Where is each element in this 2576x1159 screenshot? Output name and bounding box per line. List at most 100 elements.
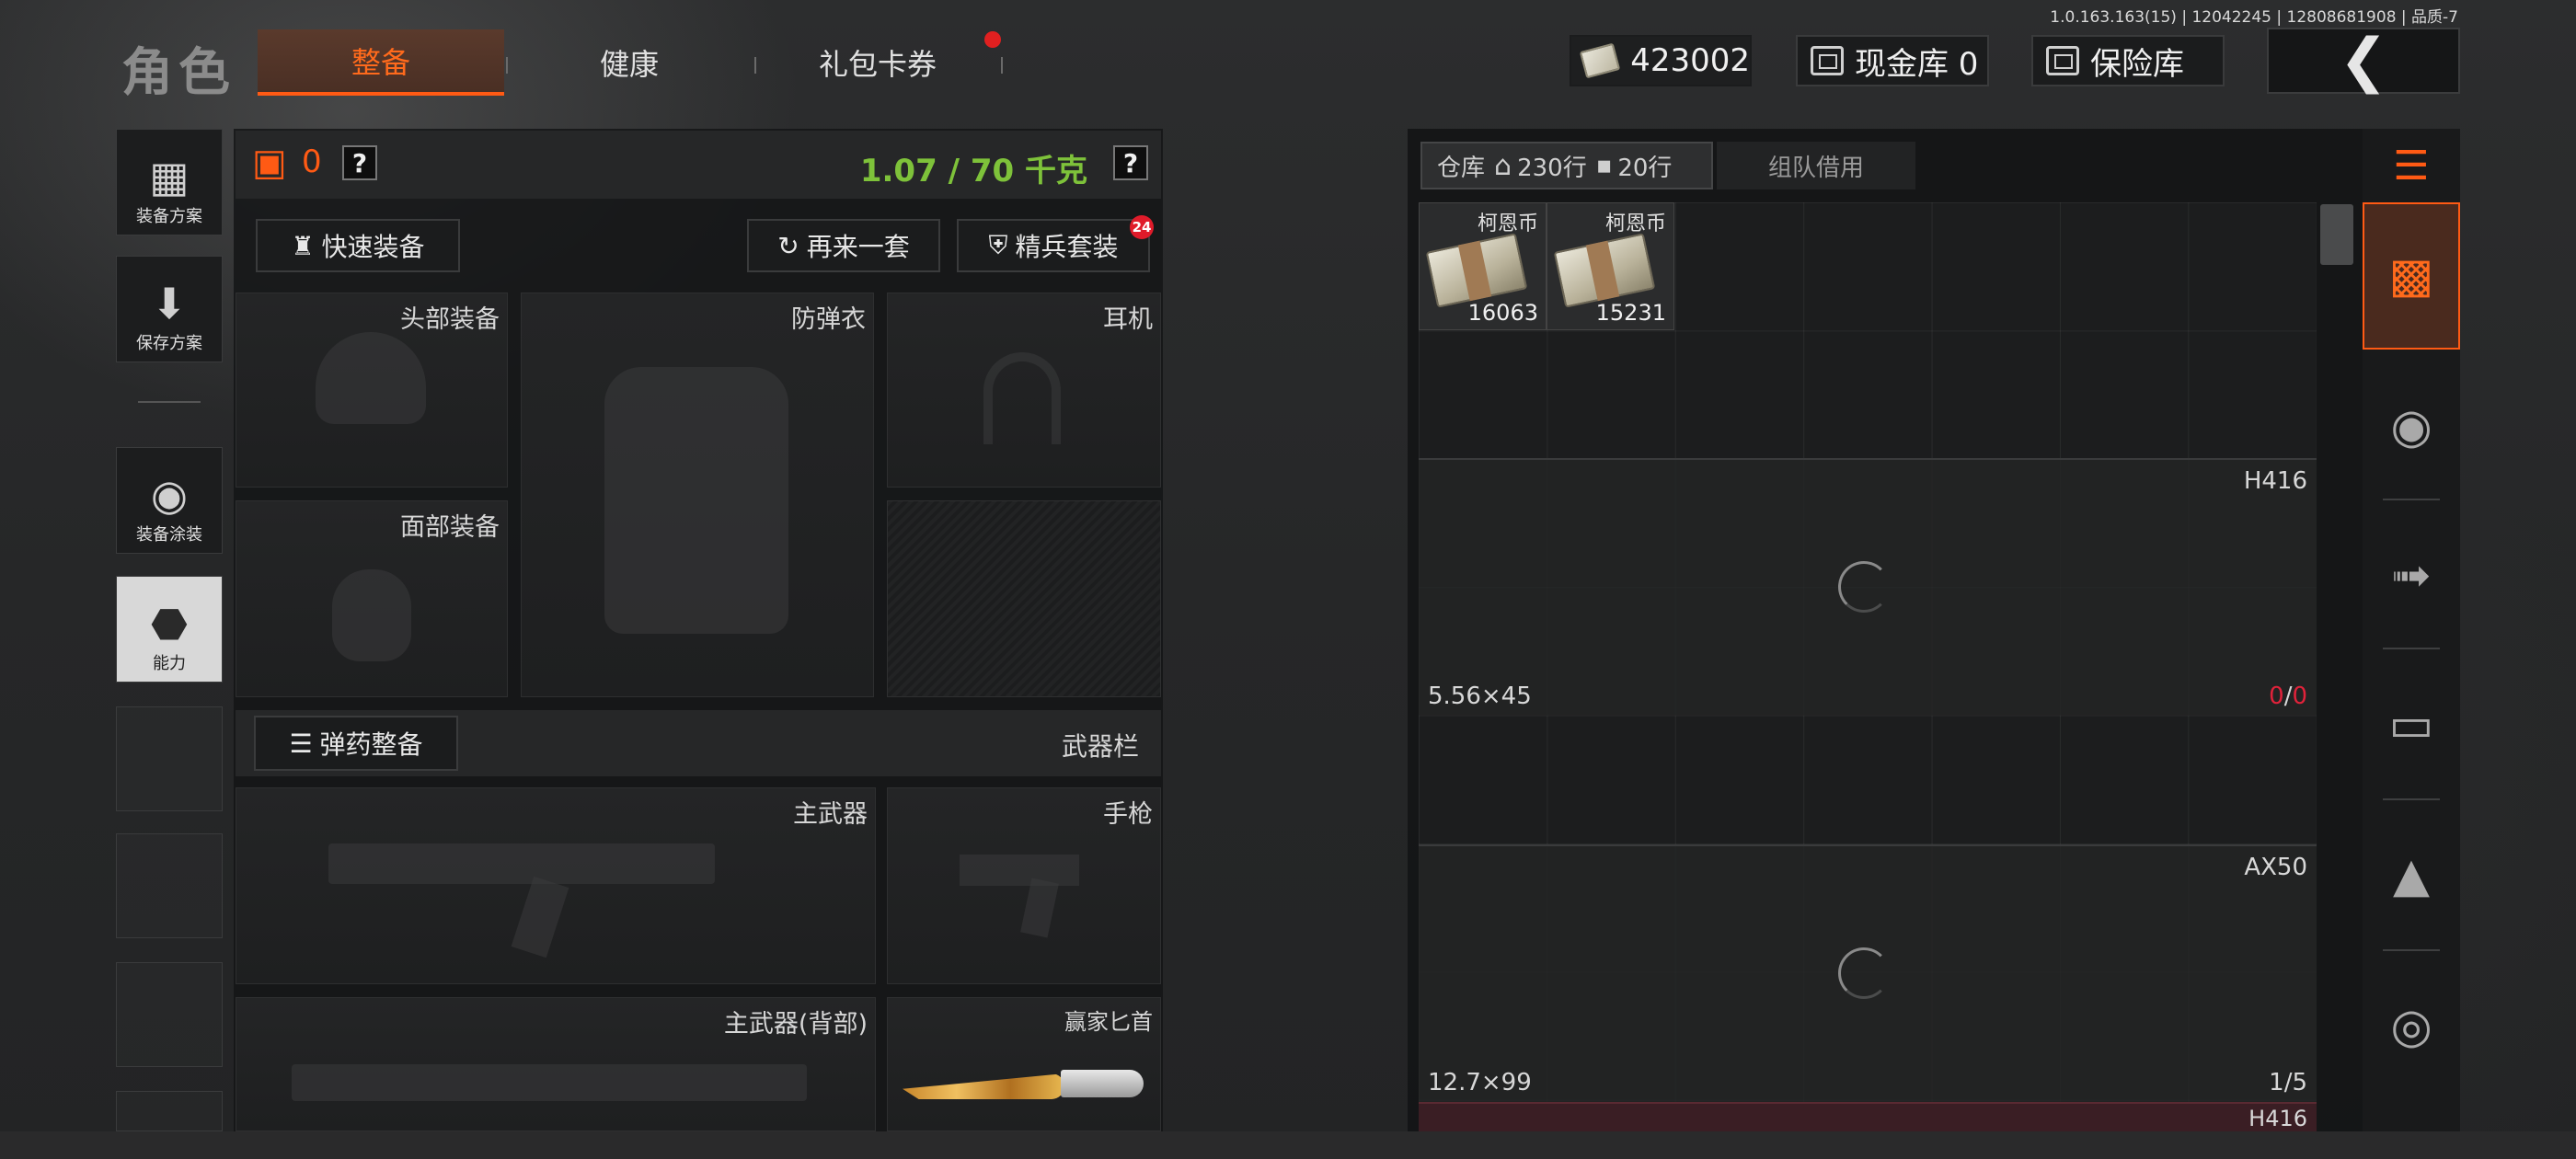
refresh-icon: ↻ xyxy=(777,230,799,261)
backpack-icon: ▦ xyxy=(149,152,190,201)
ammo-row: ☰ 弹药整备 武器栏 xyxy=(236,710,1161,776)
page-title: 角色 xyxy=(121,43,236,103)
rifle-icon xyxy=(328,843,715,884)
knife-blade-icon xyxy=(903,1073,1064,1099)
category-rifle[interactable]: ➟ xyxy=(2363,502,2460,649)
back-button[interactable]: ❮ xyxy=(2267,27,2460,95)
vest-slot[interactable]: 防弹衣 xyxy=(521,293,874,697)
side-ability[interactable]: ⬣ 能力 xyxy=(116,576,223,683)
category-bullet[interactable]: ▲ xyxy=(2363,802,2460,949)
download-icon: ⬇ xyxy=(151,279,188,328)
warehouse-grid: 柯恩币 16063 柯恩币 15231 H416 5.56×45 0/0 AX5… xyxy=(1419,202,2317,1131)
tab-gift-coupons[interactable]: 礼包卡券 xyxy=(754,29,1001,96)
primary-back-weapon-slot[interactable]: 主武器(背部) xyxy=(236,997,876,1131)
safe-button[interactable]: 保险库 xyxy=(2031,35,2225,86)
category-divider xyxy=(2383,949,2440,951)
head-gear-slot[interactable]: 头部装备 xyxy=(236,293,508,488)
category-divider xyxy=(2383,648,2440,649)
knife-slot[interactable]: 赢家匕首 xyxy=(887,997,1161,1131)
side-empty-slot xyxy=(116,962,223,1067)
version-text: 1.0.163.163(15) | 12042245 | 12808681908… xyxy=(2050,8,2458,27)
quick-equip-button[interactable]: ♜ 快速装备 xyxy=(256,219,460,272)
hafcoin-display[interactable]: 423002 xyxy=(1570,35,1752,86)
side-equip-paint[interactable]: ◉ 装备涂装 xyxy=(116,447,223,554)
side-divider xyxy=(138,401,201,403)
headset-icon xyxy=(983,352,1061,444)
side-loadout-plan[interactable]: ▦ 装备方案 xyxy=(116,129,223,235)
helmet-icon: ◉ xyxy=(2390,399,2432,454)
weight-help-icon[interactable]: ? xyxy=(1113,145,1148,180)
magazine-icon: ▭ xyxy=(2388,697,2434,752)
loading-spinner-icon xyxy=(1838,561,1890,613)
safe-icon xyxy=(2046,46,2079,75)
top-tabs: 整备 健康 礼包卡券 xyxy=(258,29,1012,99)
rifle-icon: ➟ xyxy=(2391,548,2432,603)
category-magazine[interactable]: ▭ xyxy=(2363,651,2460,798)
status-bar: ▣ 0 ? 1.07 / 70 千克 ? xyxy=(236,131,1161,199)
warehouse-tab[interactable]: 仓库 ⌂ 230行 ▪ 20行 xyxy=(1420,142,1713,189)
cash-icon xyxy=(1579,42,1621,79)
money-item[interactable]: 柯恩币 16063 xyxy=(1419,202,1547,330)
loading-spinner-icon xyxy=(1838,947,1890,999)
warehouse-scrollbar[interactable] xyxy=(2320,204,2353,265)
side-save-plan[interactable]: ⬇ 保存方案 xyxy=(116,256,223,362)
category-divider xyxy=(2383,798,2440,800)
category-helmet[interactable]: ◉ xyxy=(2363,353,2460,500)
ability-icon: ⬣ xyxy=(150,599,189,648)
pistol-icon xyxy=(960,855,1079,886)
weapon-slot-h416[interactable]: H416 5.56×45 0/0 xyxy=(1419,458,2317,716)
ammo-count: 1/5 xyxy=(2269,1069,2307,1096)
case-icon: ▪ xyxy=(1595,152,1613,179)
weapon-bar-label: 武器栏 xyxy=(1061,731,1139,762)
bullet-icon: ▲ xyxy=(2393,848,2430,903)
vault-icon xyxy=(1811,46,1844,75)
knife-handle-icon xyxy=(1061,1070,1144,1097)
bottom-bar xyxy=(0,1131,2576,1159)
ammo-count: 0/0 xyxy=(2269,683,2307,710)
armor-icon: ▣ xyxy=(252,142,287,184)
pistol-slot[interactable]: 手枪 xyxy=(887,787,1161,984)
primary-weapon-slot[interactable]: 主武器 xyxy=(236,787,876,984)
helmet-icon xyxy=(316,332,426,424)
rifle-icon xyxy=(292,1064,807,1101)
pistol-grip-icon xyxy=(1020,878,1059,938)
shield-icon: ⛨ xyxy=(988,230,1008,260)
banknote-icon xyxy=(1553,233,1656,308)
headset-slot[interactable]: 耳机 xyxy=(887,293,1161,488)
scope-icon: ◎ xyxy=(2390,999,2432,1054)
gas-mask-icon xyxy=(332,569,411,661)
ammo-icon: ☰ xyxy=(289,728,313,759)
category-warehouse[interactable]: ▩ xyxy=(2363,202,2460,350)
banknote-icon xyxy=(1425,233,1528,308)
cash-vault-button[interactable]: 现金库 0 xyxy=(1796,35,1989,86)
face-gear-slot[interactable]: 面部装备 xyxy=(236,500,508,697)
side-empty-slot xyxy=(116,1091,223,1131)
notification-dot xyxy=(984,31,1001,48)
random-set-button[interactable]: ↻ 再来一套 xyxy=(747,219,940,272)
side-empty-slot xyxy=(116,706,223,811)
elite-set-button[interactable]: ⛨ 精兵套装 xyxy=(957,219,1150,272)
rifle-mag-icon xyxy=(511,876,569,958)
team-borrow-tab[interactable]: 组队借用 xyxy=(1717,142,1915,189)
chevron-left-icon: ❮ xyxy=(2339,27,2388,95)
shirt-icon: ♜ xyxy=(291,230,315,261)
sort-icon[interactable]: ☰ xyxy=(2363,129,2460,202)
ammo-equip-button[interactable]: ☰ 弹药整备 xyxy=(254,716,458,771)
helmet-paint-icon: ◉ xyxy=(150,470,189,520)
home-icon: ⌂ xyxy=(1494,149,1512,182)
tab-divider xyxy=(1001,57,1003,74)
money-item[interactable]: 柯恩币 15231 xyxy=(1547,202,1674,330)
vest-icon xyxy=(604,367,788,634)
help-icon[interactable]: ? xyxy=(342,145,377,180)
empty-gear-slot xyxy=(887,500,1161,697)
elite-set-badge: 24 xyxy=(1130,215,1154,239)
tab-health[interactable]: 健康 xyxy=(506,29,753,96)
weight-display: 1.07 / 70 千克 xyxy=(859,153,1087,189)
armor-value: 0 xyxy=(302,143,322,180)
category-scope[interactable]: ◎ xyxy=(2363,953,2460,1100)
side-empty-slot xyxy=(116,833,223,938)
category-divider xyxy=(2383,499,2440,500)
weapon-slot-h416-2[interactable]: H416 xyxy=(1419,1102,2317,1131)
tab-equip[interactable]: 整备 xyxy=(258,29,504,96)
weapon-slot-ax50[interactable]: AX50 12.7×99 1/5 xyxy=(1419,844,2317,1102)
